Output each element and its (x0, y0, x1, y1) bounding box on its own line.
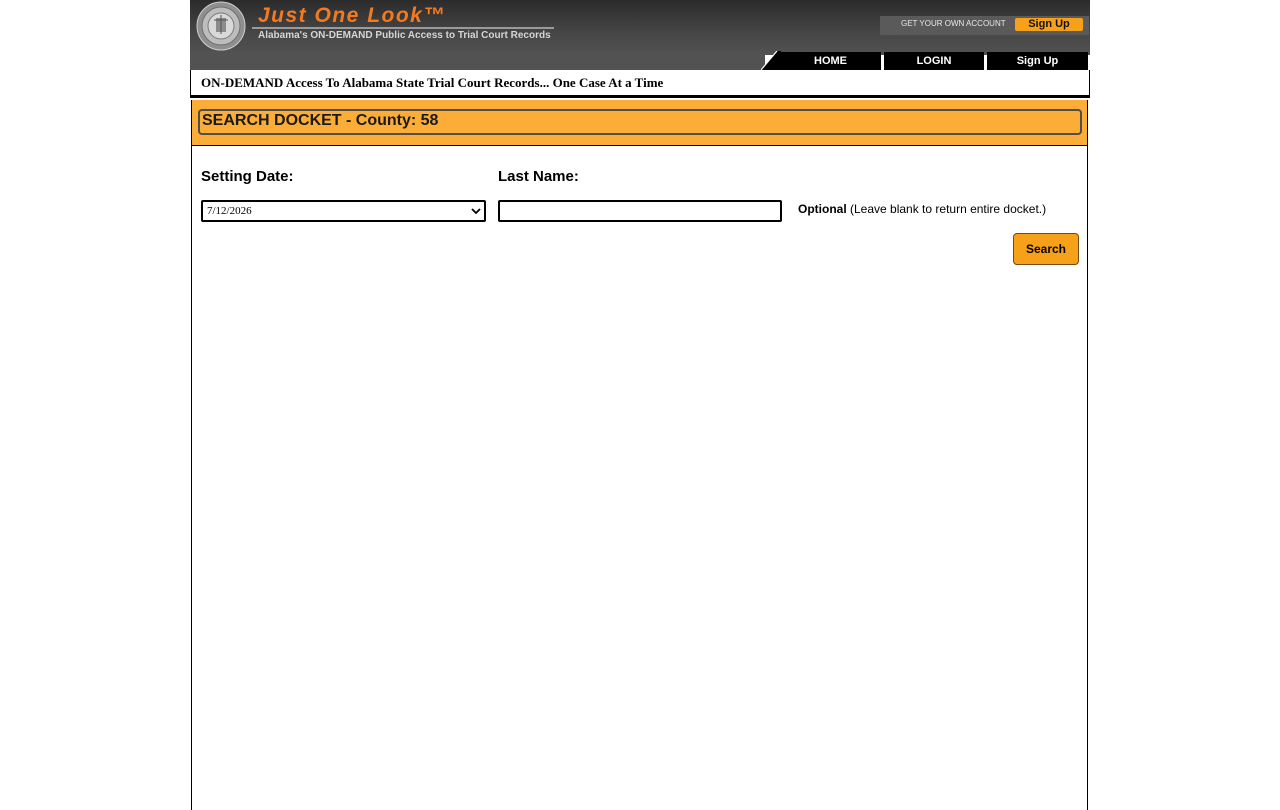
last-name-label: Last Name: (498, 168, 579, 185)
nav-login[interactable]: LOGIN (884, 52, 984, 70)
chevron-down-icon (471, 208, 481, 215)
page: Just One Look™ Alabama's ON-DEMAND Publi… (190, 0, 1090, 810)
court-seal-icon (196, 1, 246, 51)
nav-slash-divider (761, 51, 781, 70)
search-button[interactable]: Search (1013, 233, 1079, 265)
page-title: SEARCH DOCKET - County: 58 (202, 112, 439, 129)
nav-band (190, 51, 765, 70)
setting-date-select[interactable]: 7/12/2026 (201, 200, 486, 222)
optional-hint-label: Optional (798, 202, 847, 216)
logo-title: Just One Look™ (258, 4, 446, 27)
setting-date-value: 7/12/2026 (207, 205, 252, 217)
optional-hint-text: (Leave blank to return entire docket.) (846, 202, 1047, 216)
last-name-input[interactable] (498, 200, 782, 222)
setting-date-label: Setting Date: (201, 168, 294, 185)
title-band: SEARCH DOCKET - County: 58 (192, 100, 1087, 146)
logo-divider (252, 27, 554, 29)
tagline-bar: ON-DEMAND Access To Alabama State Trial … (190, 70, 1090, 98)
site-header: Just One Look™ Alabama's ON-DEMAND Publi… (190, 0, 1090, 55)
logo-subtitle: Alabama's ON-DEMAND Public Access to Tri… (258, 30, 551, 41)
optional-hint: Optional (Leave blank to return entire d… (798, 202, 1046, 216)
header-signup-button[interactable]: Sign Up (1015, 18, 1083, 31)
nav-home[interactable]: HOME (780, 52, 881, 70)
title-box: SEARCH DOCKET - County: 58 (198, 109, 1082, 135)
main-nav: HOME LOGIN Sign Up (190, 51, 1090, 70)
account-prompt: GET YOUR OWN ACCOUNT (901, 19, 1006, 28)
search-panel: SEARCH DOCKET - County: 58 Setting Date:… (191, 100, 1088, 810)
tagline-text: ON-DEMAND Access To Alabama State Trial … (201, 75, 664, 90)
nav-signup[interactable]: Sign Up (987, 52, 1088, 70)
account-promo: GET YOUR OWN ACCOUNT Sign Up (880, 16, 1089, 35)
